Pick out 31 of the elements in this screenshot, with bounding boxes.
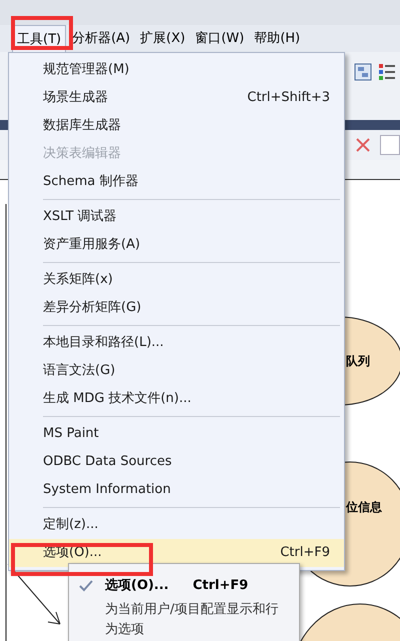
menu-item[interactable]: MS Paint	[9, 420, 344, 448]
diagram-icon[interactable]	[354, 62, 372, 82]
menu-item[interactable]: 定制(z)...	[9, 511, 344, 539]
menu-item[interactable]: 扩展(X)	[136, 25, 190, 52]
node-label: 位信息	[346, 499, 382, 516]
menu-item[interactable]: 场景生成器 Ctrl+Shift+3	[9, 84, 344, 112]
menu-item[interactable]: Schema 制作器	[9, 168, 344, 196]
menu-item[interactable]: 本地目录和路径(L)...	[9, 329, 344, 357]
menu-item[interactable]: 差异分析矩阵(G)	[9, 294, 344, 322]
list-icon[interactable]	[378, 62, 396, 82]
menu-item[interactable]: 关系矩阵(x)	[9, 266, 344, 294]
menu-item[interactable]: 资产重用服务(A)	[9, 231, 344, 259]
menu-item[interactable]: 分析器(A)	[68, 25, 134, 52]
close-icon[interactable]	[356, 138, 370, 152]
menu-item[interactable]: 数据库生成器	[9, 112, 344, 140]
menu-item[interactable]: 窗口(W)	[191, 25, 248, 52]
node-label: 队列	[346, 353, 370, 370]
menu-item[interactable]: 语言文法(G)	[9, 357, 344, 385]
menu-item[interactable]: 规范管理器(M)	[9, 56, 344, 84]
menu-item[interactable]: XSLT 调试器	[9, 203, 344, 231]
tooltip-description: 为当前用户/项目配置显示和行为选项	[105, 600, 280, 638]
menu-item[interactable]: 生成 MDG 技术文件(n)...	[9, 385, 344, 413]
shortcut-text: Ctrl+F9	[192, 577, 248, 595]
tooltip-title: 选项(O)...	[105, 577, 169, 595]
arrow-drawing	[8, 564, 60, 624]
menu-item[interactable]: ODBC Data Sources	[9, 448, 344, 476]
menu-item[interactable]: 帮助(H)	[250, 25, 304, 52]
checkmark-icon	[79, 578, 93, 593]
menu-item[interactable]: System Information	[9, 476, 344, 504]
input-field[interactable]	[380, 135, 400, 155]
highlight-frame	[11, 16, 73, 50]
